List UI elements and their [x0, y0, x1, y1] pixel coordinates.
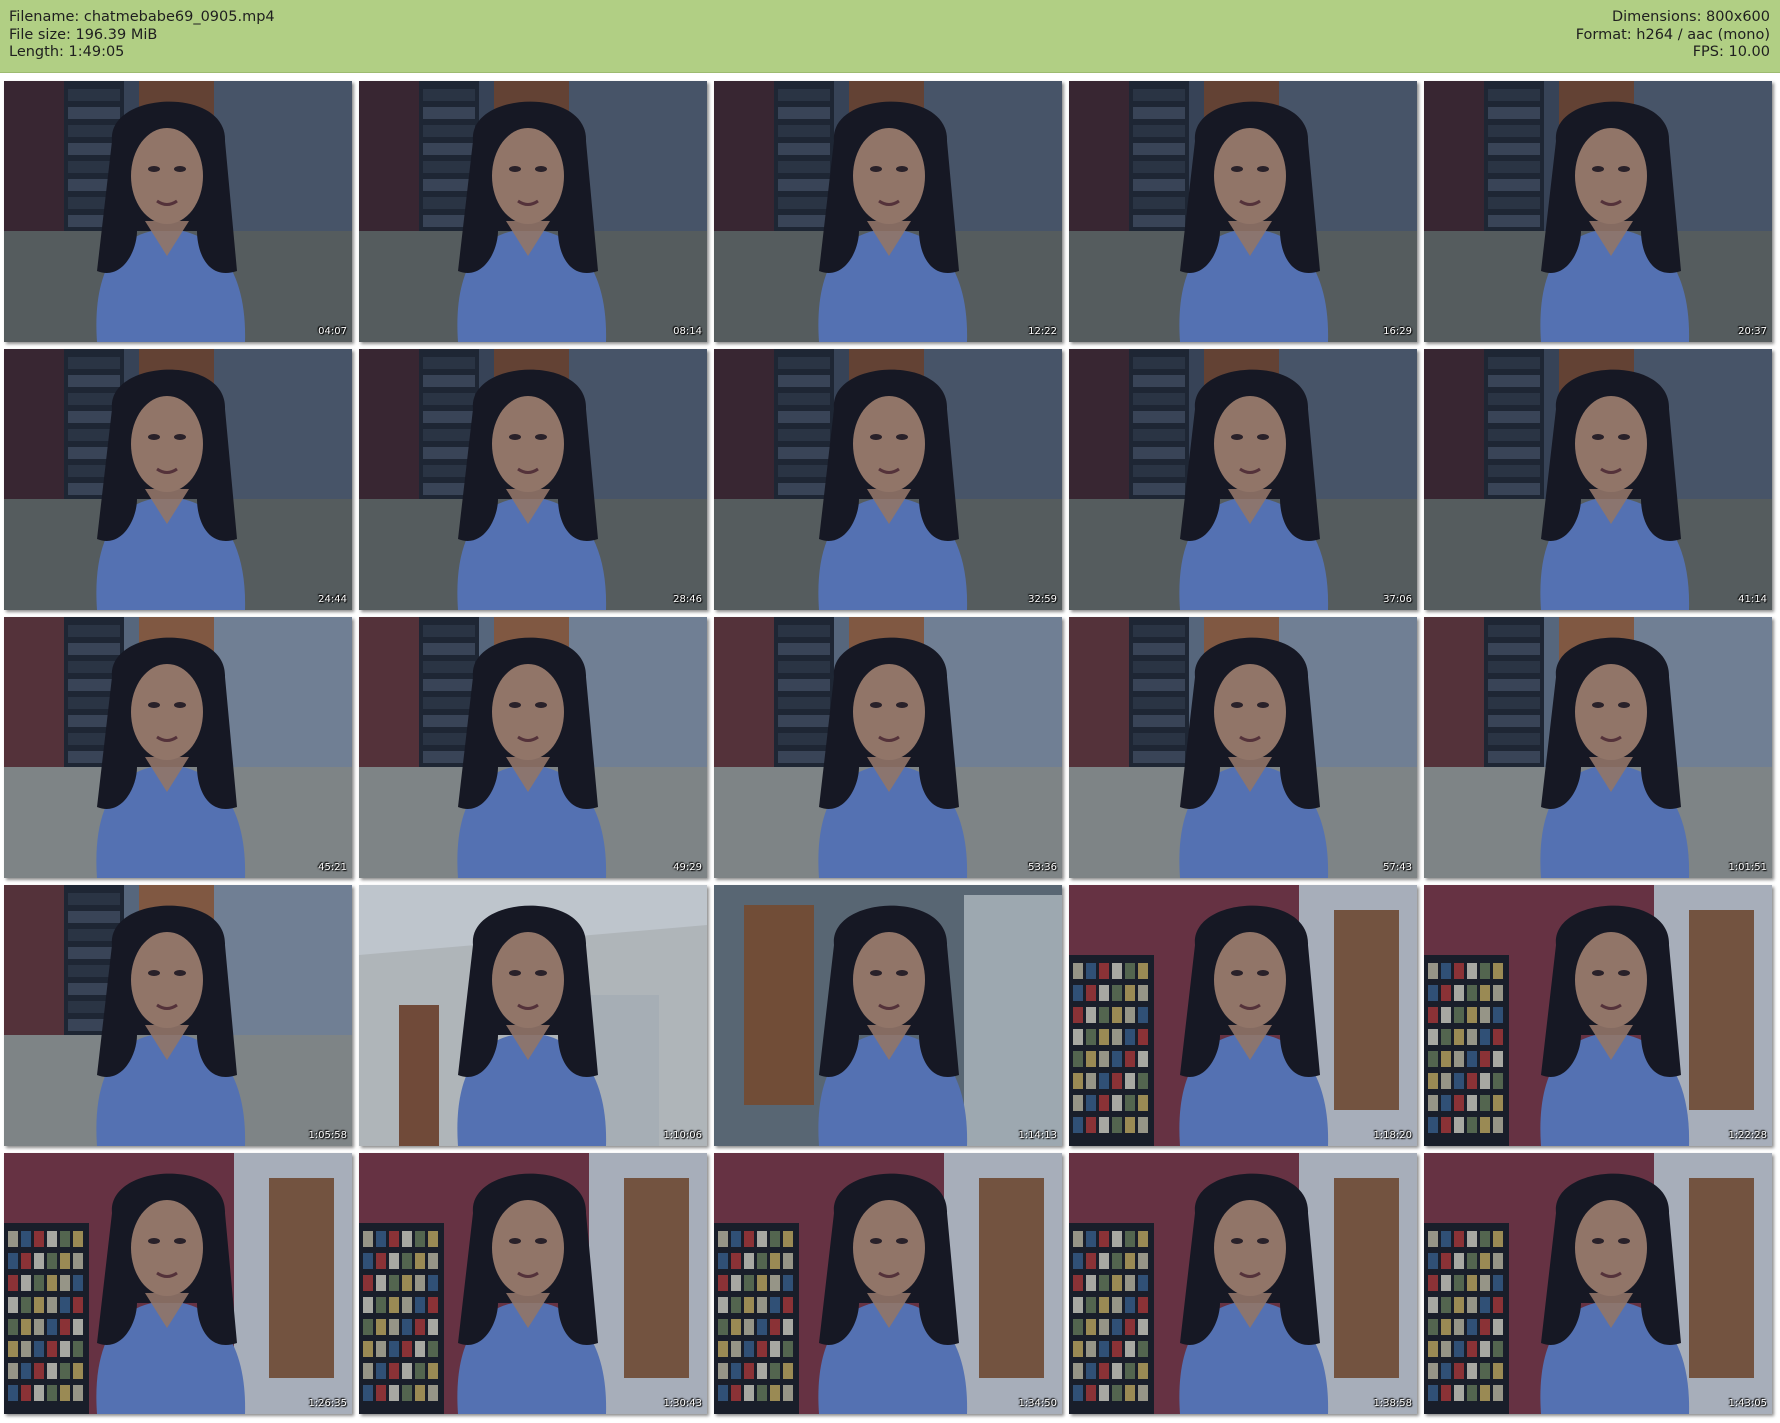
video-thumbnail: 1:05:58: [4, 885, 352, 1146]
video-thumbnail: 45:21: [4, 617, 352, 878]
video-frame-image: [359, 349, 707, 610]
video-frame-image: [4, 885, 352, 1146]
video-thumbnail: 1:30:43: [359, 1153, 707, 1414]
video-frame-image: [714, 885, 1062, 1146]
timestamp-label: 57:43: [1383, 862, 1412, 873]
timestamp-label: 53:36: [1028, 862, 1057, 873]
video-frame-image: [1424, 349, 1772, 610]
timestamp-label: 32:59: [1028, 594, 1057, 605]
video-frame-image: [4, 81, 352, 342]
timestamp-label: 1:34:50: [1018, 1398, 1057, 1409]
timestamp-label: 04:07: [318, 326, 347, 337]
video-thumbnail: 16:29: [1069, 81, 1417, 342]
dimensions-text: Dimensions: 800x600: [1611, 9, 1770, 25]
video-thumbnail: 1:10:06: [359, 885, 707, 1146]
filesize-text: File size: 196.39 MiB: [9, 26, 158, 43]
video-frame-image: [359, 81, 707, 342]
video-frame-image: [714, 349, 1062, 610]
video-thumbnail: 1:43:05: [1424, 1153, 1772, 1414]
timestamp-label: 1:22:28: [1728, 1130, 1767, 1141]
timestamp-label: 12:22: [1028, 326, 1057, 337]
video-frame-image: [1424, 81, 1772, 342]
video-frame-image: [1424, 1153, 1772, 1414]
video-thumbnail: 1:38:58: [1069, 1153, 1417, 1414]
file-info-left: Filename: chatmebabe69_0905.mp4 File siz…: [9, 9, 275, 62]
video-frame-image: [1424, 617, 1772, 878]
length-text: Length: 1:49:05: [9, 44, 125, 60]
video-thumbnail: 1:26:35: [4, 1153, 352, 1414]
timestamp-label: 1:05:58: [308, 1130, 347, 1141]
video-thumbnail: 28:46: [359, 349, 707, 610]
video-thumbnail: 49:29: [359, 617, 707, 878]
timestamp-label: 37:06: [1383, 594, 1412, 605]
timestamp-label: 49:29: [673, 862, 702, 873]
fps-text: FPS: 10.00: [1692, 44, 1770, 60]
video-thumbnail: 1:01:51: [1424, 617, 1772, 878]
video-frame-image: [359, 617, 707, 878]
video-thumbnail: 1:34:50: [714, 1153, 1062, 1414]
timestamp-label: 1:18:20: [1373, 1130, 1412, 1141]
file-info-right: Dimensions: 800x600 Format: h264 / aac (…: [1576, 9, 1770, 62]
timestamp-label: 1:10:06: [663, 1130, 702, 1141]
timestamp-label: 41:14: [1738, 594, 1767, 605]
video-thumbnail: 12:22: [714, 81, 1062, 342]
timestamp-label: 1:01:51: [1728, 862, 1767, 873]
timestamp-label: 08:14: [673, 326, 702, 337]
video-frame-image: [1069, 1153, 1417, 1414]
video-frame-image: [1069, 885, 1417, 1146]
info-header: Filename: chatmebabe69_0905.mp4 File siz…: [0, 0, 1780, 73]
video-frame-image: [714, 1153, 1062, 1414]
timestamp-label: 1:14:13: [1018, 1130, 1057, 1141]
video-thumbnail: 24:44: [4, 349, 352, 610]
video-frame-image: [4, 617, 352, 878]
video-frame-image: [4, 1153, 352, 1414]
video-thumbnail: 1:22:28: [1424, 885, 1772, 1146]
video-frame-image: [359, 1153, 707, 1414]
video-thumbnail: 04:07: [4, 81, 352, 342]
video-thumbnail: 1:18:20: [1069, 885, 1417, 1146]
video-thumbnail: 1:14:13: [714, 885, 1062, 1146]
timestamp-label: 1:43:05: [1728, 1398, 1767, 1409]
timestamp-label: 28:46: [673, 594, 702, 605]
video-thumbnail: 57:43: [1069, 617, 1417, 878]
video-frame-image: [4, 349, 352, 610]
format-text: Format: h264 / aac (mono): [1575, 26, 1770, 43]
timestamp-label: 20:37: [1738, 326, 1767, 337]
video-thumbnail: 41:14: [1424, 349, 1772, 610]
filename-text: Filename: chatmebabe69_0905.mp4: [9, 9, 275, 25]
video-frame-image: [714, 617, 1062, 878]
video-thumbnail: 08:14: [359, 81, 707, 342]
video-frame-image: [1424, 885, 1772, 1146]
timestamp-label: 1:38:58: [1373, 1398, 1412, 1409]
video-frame-image: [1069, 81, 1417, 342]
video-frame-image: [1069, 349, 1417, 610]
video-thumbnail: 32:59: [714, 349, 1062, 610]
video-frame-image: [1069, 617, 1417, 878]
video-thumbnail: 20:37: [1424, 81, 1772, 342]
timestamp-label: 1:30:43: [663, 1398, 702, 1409]
timestamp-label: 24:44: [318, 594, 347, 605]
video-frame-image: [714, 81, 1062, 342]
video-thumbnail: 37:06: [1069, 349, 1417, 610]
thumbnail-grid: 04:07 08:14 12:22 16:29 20:37 24:44 28:46 32:59…: [4, 81, 1777, 1419]
video-frame-image: [359, 885, 707, 1146]
video-thumbnail: 53:36: [714, 617, 1062, 878]
timestamp-label: 1:26:35: [308, 1398, 347, 1409]
timestamp-label: 45:21: [318, 862, 347, 873]
timestamp-label: 16:29: [1383, 326, 1412, 337]
